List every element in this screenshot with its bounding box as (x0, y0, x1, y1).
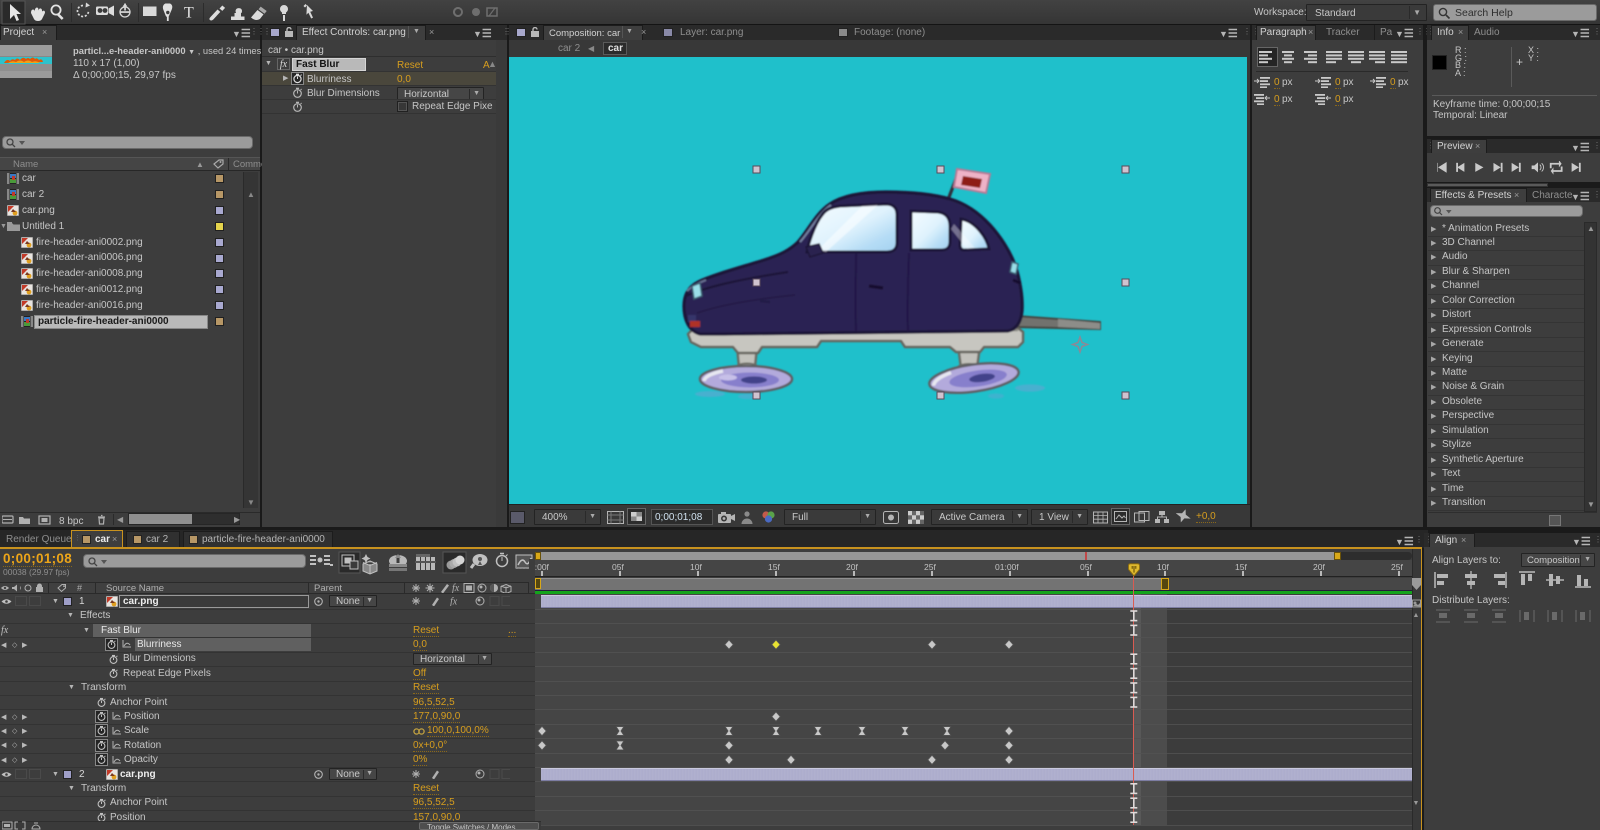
svg-text:Source Name: Source Name (106, 583, 164, 593)
svg-text:fx: fx (452, 583, 460, 593)
svg-text:#: # (77, 583, 82, 593)
svg-text:8 bpc: 8 bpc (59, 516, 83, 526)
svg-text:Parent: Parent (314, 583, 342, 593)
svg-text:T: T (184, 5, 194, 22)
svg-text:fx: fx (450, 597, 458, 607)
